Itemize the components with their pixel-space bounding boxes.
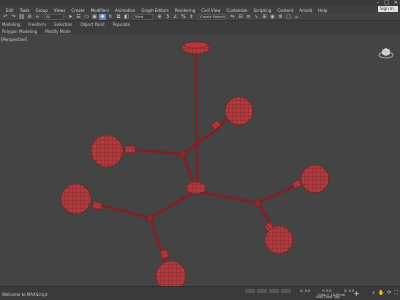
- menu-edit[interactable]: Edit: [6, 8, 14, 13]
- spinner-snap-icon[interactable]: ⇕: [188, 14, 195, 20]
- placement-icon[interactable]: ◧: [123, 14, 130, 20]
- rotate-icon[interactable]: ↻: [107, 14, 114, 20]
- viewport-label[interactable]: [Perspective]: [1, 37, 27, 42]
- add-key-icon[interactable]: +: [353, 290, 360, 298]
- ribbon-panel: Polygon Modeling Modify Mode: [0, 28, 400, 34]
- render-frame-icon[interactable]: ▢: [285, 14, 292, 20]
- move-icon[interactable]: ✥: [99, 13, 106, 20]
- menu-rendering[interactable]: Rendering: [175, 8, 195, 13]
- menu-group[interactable]: Group: [36, 8, 48, 13]
- menu-views[interactable]: Views: [54, 8, 66, 13]
- ribbon-tab-freeform[interactable]: Freeform: [28, 22, 46, 27]
- select-object-icon[interactable]: ➤: [67, 14, 74, 20]
- menu-customize[interactable]: Customize: [227, 8, 248, 13]
- menu-tools[interactable]: Tools: [20, 8, 30, 13]
- pivot-center-icon[interactable]: ⊕: [156, 14, 163, 20]
- material-editor-icon[interactable]: ◉: [269, 14, 276, 20]
- bind-space-warp-icon[interactable]: ≈: [34, 14, 41, 20]
- curve-editor-icon[interactable]: ∿: [253, 14, 260, 20]
- render-setup-icon[interactable]: ⚙: [277, 14, 284, 20]
- angle-snap-icon[interactable]: ∠: [172, 14, 179, 20]
- align-icon[interactable]: ⊟: [237, 14, 244, 20]
- add-time-tag-button[interactable]: Add Time Tag: [316, 295, 340, 299]
- redo-icon[interactable]: ↷: [10, 14, 17, 20]
- app-window: – □ ✕ Edit Tools Group Views Create Modi…: [0, 0, 400, 300]
- menu-create[interactable]: Create: [71, 8, 84, 13]
- zoom-icon[interactable]: ⌕: [372, 290, 375, 296]
- link-icon[interactable]: ⛓: [18, 14, 25, 20]
- main-toolbar: ↶ ↷ ⛓ ⊘ ≈ All ➤ ☰ ▭ ▣ ✥ ↻ ⧉ ◧ View ⊕ 3 ∠…: [0, 13, 400, 21]
- scale-icon[interactable]: ⧉: [115, 14, 122, 20]
- viewcube-icon[interactable]: [378, 44, 394, 60]
- render-icon[interactable]: ☕: [293, 14, 300, 20]
- maximize-viewport-icon[interactable]: ⛶: [394, 290, 398, 296]
- ribbon-tab-modeling[interactable]: Modeling: [2, 22, 20, 27]
- viewport-nav-tools: ⌕ ✋ ⟳ ⛶: [372, 290, 398, 296]
- select-by-name-icon[interactable]: ☰: [75, 14, 82, 20]
- undo-icon[interactable]: ↶: [2, 14, 9, 20]
- pan-icon[interactable]: ✋: [378, 290, 384, 296]
- ribbon-tabs: Modeling Freeform Selection Object Paint…: [0, 21, 400, 28]
- play-icon[interactable]: [269, 289, 279, 293]
- prev-frame-icon[interactable]: [257, 289, 267, 293]
- layer-explorer-icon[interactable]: ≡: [245, 14, 252, 20]
- modify-mode-button[interactable]: Modify Mode: [45, 29, 70, 34]
- schematic-view-icon[interactable]: ⊞: [261, 14, 268, 20]
- x-coordinate[interactable]: X: 0.0: [300, 289, 310, 293]
- menu-content[interactable]: Content: [277, 8, 293, 13]
- polygon-modeling-panel[interactable]: Polygon Modeling: [2, 29, 37, 34]
- mirror-icon[interactable]: ⇋: [229, 14, 236, 20]
- ribbon-tab-object-paint[interactable]: Object Paint: [80, 22, 104, 27]
- title-bar: – □ ✕: [0, 0, 400, 7]
- menu-help[interactable]: Help: [318, 8, 327, 13]
- menu-graph-editors[interactable]: Graph Editors: [141, 8, 168, 13]
- menu-animation[interactable]: Animation: [115, 8, 135, 13]
- playback-controls: [245, 289, 291, 293]
- rect-selection-icon[interactable]: ▭: [83, 14, 90, 20]
- percent-snap-icon[interactable]: %: [180, 14, 187, 20]
- goto-start-icon[interactable]: [245, 289, 255, 293]
- sign-in-button[interactable]: Sign In: [378, 6, 398, 12]
- maxscript-listener[interactable]: Welcome to MAXScript: [2, 292, 47, 297]
- menu-arnold[interactable]: Arnold: [299, 8, 312, 13]
- reference-coord-dropdown[interactable]: View: [133, 13, 153, 20]
- scene-canvas[interactable]: [0, 36, 400, 286]
- unlink-icon[interactable]: ⊘: [26, 14, 33, 20]
- named-selection-dropdown[interactable]: Create Selection Set: [198, 13, 226, 20]
- chandelier-model[interactable]: [60, 41, 330, 286]
- ribbon-tab-populate[interactable]: Populate: [113, 22, 130, 27]
- snap-icon[interactable]: 3: [164, 14, 171, 20]
- status-bar: Welcome to MAXScript X: 0.0 Y: 0.0 Z: 0.…: [0, 286, 400, 300]
- menu-modifiers[interactable]: Modifiers: [91, 8, 109, 13]
- perspective-viewport[interactable]: [Perspective]: [0, 36, 400, 286]
- menu-scripting[interactable]: Scripting: [254, 8, 272, 13]
- ribbon-tab-selection[interactable]: Selection: [54, 22, 72, 27]
- orbit-icon[interactable]: ⟳: [387, 290, 391, 296]
- next-frame-icon[interactable]: [281, 289, 291, 293]
- window-crossing-icon[interactable]: ▣: [91, 14, 98, 20]
- selection-filter-dropdown[interactable]: All: [44, 13, 64, 20]
- menu-civil-view[interactable]: Civil View: [201, 8, 220, 13]
